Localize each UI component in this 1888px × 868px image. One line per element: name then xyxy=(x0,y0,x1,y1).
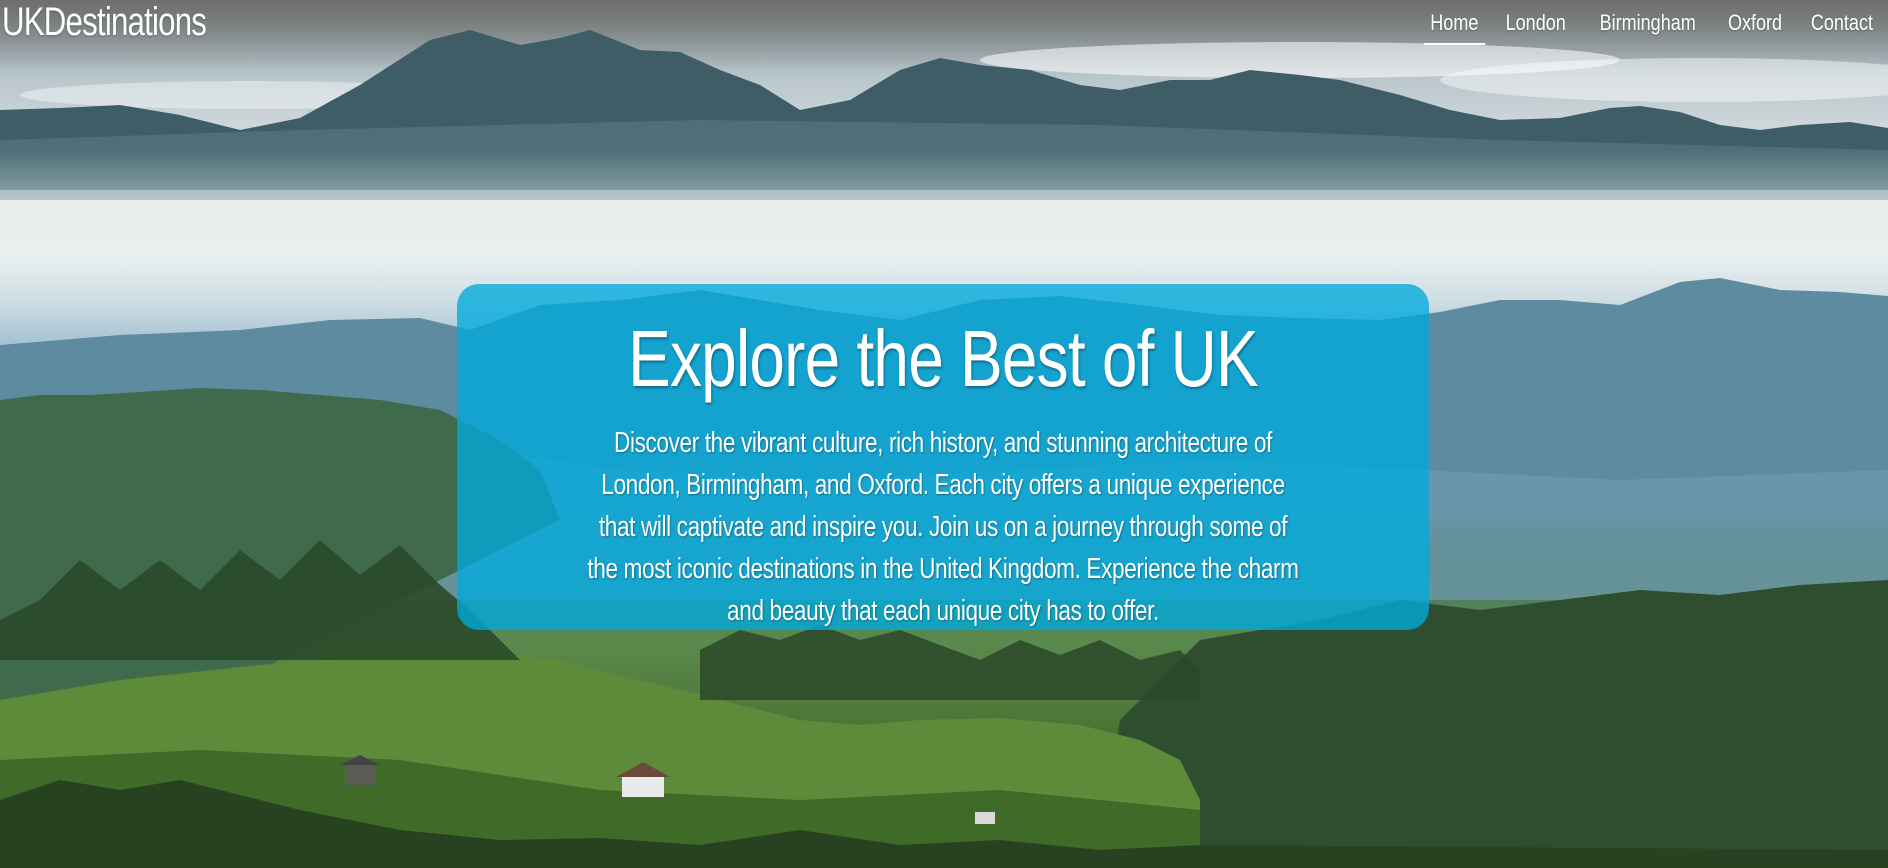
hero-description: Discover the vibrant culture, rich histo… xyxy=(587,427,1299,627)
nav-item-birmingham[interactable]: Birmingham xyxy=(1593,8,1702,38)
nav-item-contact[interactable]: Contact xyxy=(1804,8,1879,38)
nav-item-oxford[interactable]: Oxford xyxy=(1722,8,1789,38)
hero-card: Explore the Best of UK Discover the vibr… xyxy=(457,284,1429,630)
nav-item-london[interactable]: London xyxy=(1499,8,1572,38)
hero-title: Explore the Best of UK xyxy=(628,314,1259,403)
main-nav: Home London Birmingham Oxford Contact xyxy=(1417,8,1888,45)
brand-logo[interactable]: UKDestinations xyxy=(2,0,207,44)
nav-item-home[interactable]: Home xyxy=(1423,8,1485,45)
